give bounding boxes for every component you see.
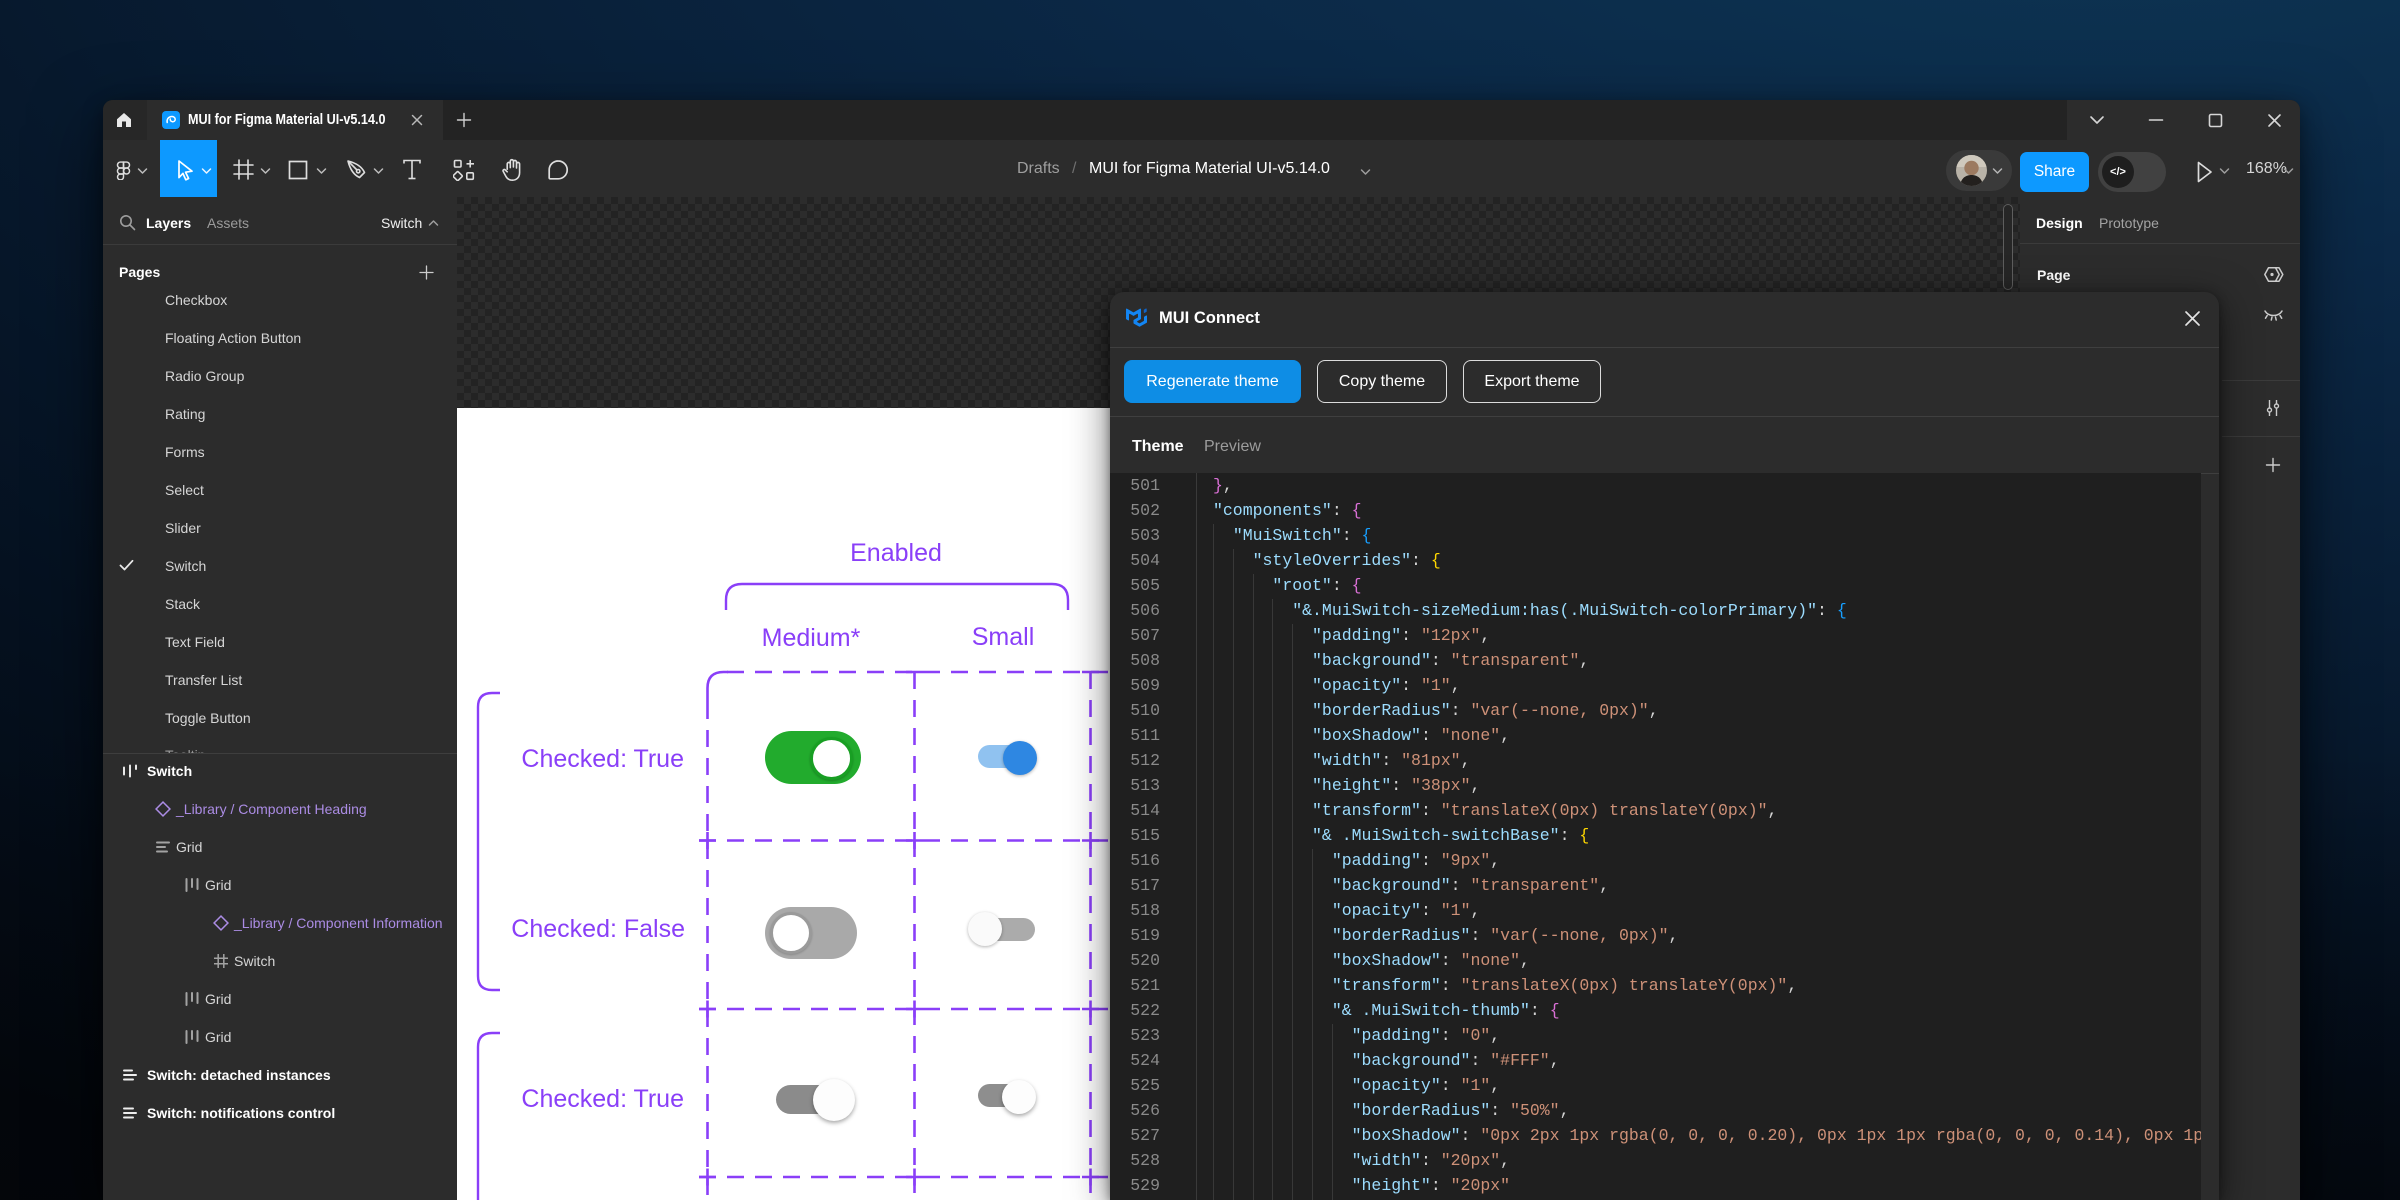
svg-text:Checked: True: Checked: True [521,1085,684,1113]
svg-text:Small: Small [972,623,1035,651]
svg-text:Enabled: Enabled [850,539,942,567]
svg-text:Checked: True: Checked: True [521,745,684,773]
svg-text:Medium*: Medium* [762,624,861,652]
svg-text:Checked: False: Checked: False [511,915,685,943]
